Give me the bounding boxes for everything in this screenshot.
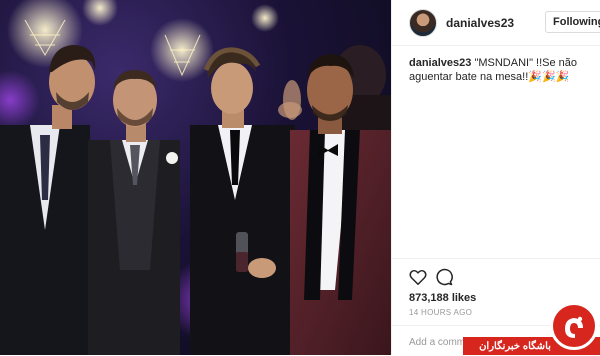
watermark-logo-icon xyxy=(550,302,598,350)
comment-icon[interactable] xyxy=(435,268,453,286)
avatar[interactable] xyxy=(409,9,437,37)
post-photo[interactable] xyxy=(0,0,391,355)
post-header: danialves23 Following xyxy=(392,0,600,46)
following-button[interactable]: Following xyxy=(545,11,600,33)
heart-icon[interactable] xyxy=(409,269,427,286)
watermark-text: باشگاه خبرنگاران xyxy=(479,341,551,352)
watermark: باشگاه خبرنگاران xyxy=(463,300,600,355)
caption-username[interactable]: danialves23 xyxy=(409,57,471,69)
post-caption: danialves23 "MSNDANI" !!Se não aguentar … xyxy=(409,56,589,84)
header-username[interactable]: danialves23 xyxy=(446,16,514,30)
party-photo xyxy=(0,0,391,355)
